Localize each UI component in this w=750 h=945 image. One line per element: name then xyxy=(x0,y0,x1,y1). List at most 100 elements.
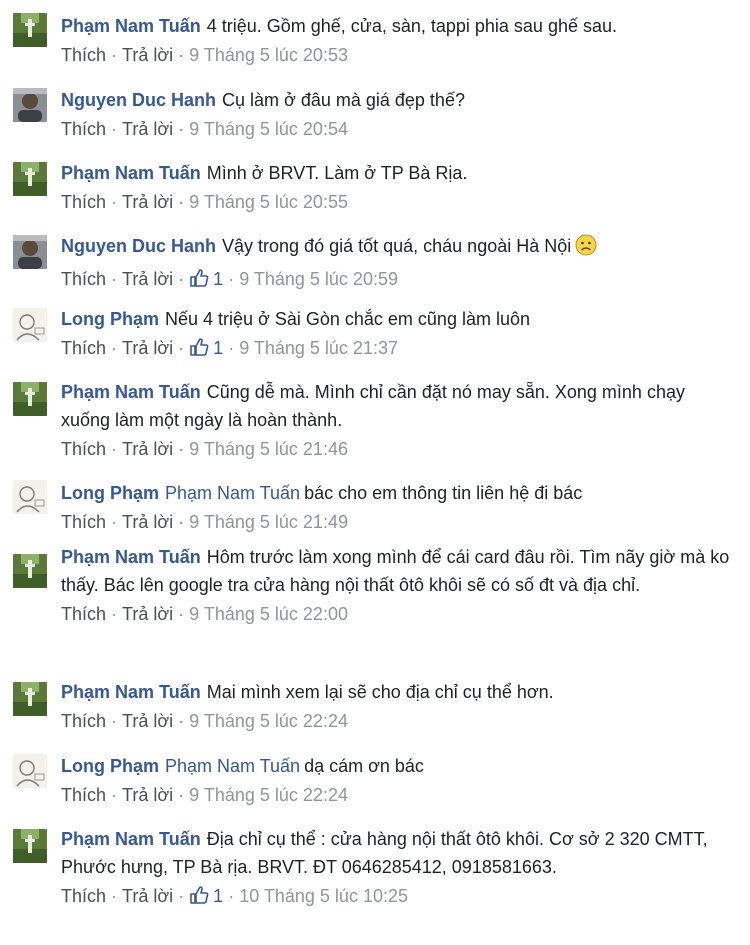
reply-link[interactable]: Trả lời xyxy=(122,785,173,805)
comment-author[interactable]: Long Phạm xyxy=(61,756,159,776)
comment-actions: Thích · Trả lời · 9 Tháng 5 lúc 20:55 xyxy=(61,190,734,214)
comment-text: Mai mình xem lại sẽ cho địa chỉ cụ thể h… xyxy=(206,682,554,702)
separator: · xyxy=(178,439,185,459)
comment-timestamp[interactable]: 9 Tháng 5 lúc 21:46 xyxy=(189,439,348,459)
comment-timestamp[interactable]: 9 Tháng 5 lúc 22:24 xyxy=(189,785,348,805)
comment-timestamp[interactable]: 9 Tháng 5 lúc 20:59 xyxy=(239,269,398,289)
comment-actions: Thích · Trả lời · 9 Tháng 5 lúc 20:54 xyxy=(61,117,734,141)
field-avatar[interactable] xyxy=(13,13,47,47)
like-link[interactable]: Thích xyxy=(61,192,106,212)
comment-actions: Thích · Trả lời · 1 · 9 Tháng 5 lúc 21:37 xyxy=(61,336,734,360)
tagged-user[interactable]: Phạm Nam Tuấn xyxy=(165,756,300,776)
separator: · xyxy=(111,785,118,805)
comment-timestamp[interactable]: 9 Tháng 5 lúc 20:53 xyxy=(189,45,348,65)
comment-thread: Phạm Nam Tuấn 4 triệu. Gồm ghế, cửa, sàn,… xyxy=(0,0,750,945)
comment-actions: Thích · Trả lời · 9 Tháng 5 lúc 22:00 xyxy=(61,602,734,626)
comment-timestamp[interactable]: 9 Tháng 5 lúc 20:55 xyxy=(189,192,348,212)
reply-link[interactable]: Trả lời xyxy=(122,119,173,139)
reply-link[interactable]: Trả lời xyxy=(122,45,173,65)
like-link[interactable]: Thích xyxy=(61,45,106,65)
like-link[interactable]: Thích xyxy=(61,439,106,459)
comment-author[interactable]: Phạm Nam Tuấn xyxy=(61,682,201,702)
separator: · xyxy=(111,711,118,731)
reply-link[interactable]: Trả lời xyxy=(122,269,173,289)
comment-author[interactable]: Phạm Nam Tuấn xyxy=(61,547,201,567)
separator: · xyxy=(178,886,185,906)
like-link[interactable]: Thích xyxy=(61,711,106,731)
separator: · xyxy=(111,45,118,65)
reply-link[interactable]: Trả lời xyxy=(122,604,173,624)
comment-author[interactable]: Phạm Nam Tuấn xyxy=(61,382,201,402)
comment-body: Phạm Nam Tuấn Địa chỉ cụ thể : cửa hàng n… xyxy=(61,825,734,881)
comment-author[interactable]: Phạm Nam Tuấn xyxy=(61,16,201,36)
like-link[interactable]: Thích xyxy=(61,886,106,906)
reply-link[interactable]: Trả lời xyxy=(122,886,173,906)
separator: · xyxy=(111,192,118,212)
comment-timestamp[interactable]: 9 Tháng 5 lúc 20:54 xyxy=(189,119,348,139)
comment-text: bác cho em thông tin liên hệ đi bác xyxy=(304,483,583,503)
comment-content: Long Phạm Phạm Nam Tuấn dạ cám ơn bác Thích… xyxy=(61,752,734,807)
like-link[interactable]: Thích xyxy=(61,512,106,532)
thumbs-up-icon xyxy=(189,269,213,289)
comment-timestamp[interactable]: 9 Tháng 5 lúc 22:24 xyxy=(189,711,348,731)
comment-author[interactable]: Long Phạm xyxy=(61,483,159,503)
thumbs-up-icon xyxy=(189,338,213,358)
sketch-avatar[interactable] xyxy=(13,480,47,514)
comment-author[interactable]: Nguyen Duc Hanh xyxy=(61,90,216,110)
reply-link[interactable]: Trả lời xyxy=(122,338,173,358)
separator: · xyxy=(228,338,235,358)
field-avatar[interactable] xyxy=(13,382,47,416)
comment-timestamp[interactable]: 9 Tháng 5 lúc 22:00 xyxy=(189,604,348,624)
comment-content: Phạm Nam Tuấn 4 triệu. Gồm ghế, cửa, sàn,… xyxy=(61,12,734,67)
comment-author[interactable]: Long Phạm xyxy=(61,309,159,329)
separator: · xyxy=(111,119,118,139)
comment-author[interactable]: Nguyen Duc Hanh xyxy=(61,236,216,256)
field-avatar[interactable] xyxy=(13,162,47,196)
separator: · xyxy=(111,604,118,624)
reply-link[interactable]: Trả lời xyxy=(122,711,173,731)
separator: · xyxy=(178,269,185,289)
like-count[interactable]: 1 xyxy=(189,884,223,908)
comment-body: Long Phạm Nếu 4 triệu ở Sài Gòn chắc em c… xyxy=(61,305,734,333)
comment-content: Nguyen Duc Hanh Vậy trong đó giá tốt quá,… xyxy=(61,232,734,291)
sketch-avatar[interactable] xyxy=(13,308,47,342)
comment-actions: Thích · Trả lời · 9 Tháng 5 lúc 22:24 xyxy=(61,783,734,807)
comment-content: Nguyen Duc Hanh Cụ làm ở đâu mà giá đẹp t… xyxy=(61,86,734,141)
like-link[interactable]: Thích xyxy=(61,785,106,805)
field-avatar[interactable] xyxy=(13,554,47,588)
comment-author[interactable]: Phạm Nam Tuấn xyxy=(61,829,201,849)
like-link[interactable]: Thích xyxy=(61,604,106,624)
comment-author[interactable]: Phạm Nam Tuấn xyxy=(61,163,201,183)
sketch-avatar[interactable] xyxy=(13,754,47,788)
separator: · xyxy=(111,439,118,459)
reply-link[interactable]: Trả lời xyxy=(122,512,173,532)
like-link[interactable]: Thích xyxy=(61,338,106,358)
comment-timestamp[interactable]: 10 Tháng 5 lúc 10:25 xyxy=(239,886,408,906)
comment-timestamp[interactable]: 9 Tháng 5 lúc 21:37 xyxy=(239,338,398,358)
like-link[interactable]: Thích xyxy=(61,119,106,139)
field-avatar[interactable] xyxy=(13,829,47,863)
separator: · xyxy=(178,711,185,731)
reply-link[interactable]: Trả lời xyxy=(122,439,173,459)
comment-body: Long Phạm Phạm Nam Tuấn bác cho em thông t… xyxy=(61,479,734,507)
field-avatar[interactable] xyxy=(13,682,47,716)
comment-content: Long Phạm Nếu 4 triệu ở Sài Gòn chắc em c… xyxy=(61,305,734,360)
comment-content: Phạm Nam Tuấn Cũng dễ mà. Mình chỉ cần đặ… xyxy=(61,378,734,461)
reply-link[interactable]: Trả lời xyxy=(122,192,173,212)
comment-body: Phạm Nam Tuấn Mình ở BRVT. Làm ở TP Bà Rị… xyxy=(61,159,734,187)
like-count[interactable]: 1 xyxy=(189,267,223,291)
separator: · xyxy=(228,886,235,906)
like-count-number: 1 xyxy=(213,338,224,358)
comment-text: dạ cám ơn bác xyxy=(304,756,424,776)
like-count[interactable]: 1 xyxy=(189,336,223,360)
tagged-user[interactable]: Phạm Nam Tuấn xyxy=(165,483,300,503)
person-avatar[interactable] xyxy=(13,88,47,122)
separator: · xyxy=(178,192,185,212)
comment-text: Vậy trong đó giá tốt quá, cháu ngoài Hà … xyxy=(222,236,572,256)
comment-actions: Thích · Trả lời · 9 Tháng 5 lúc 21:46 xyxy=(61,437,734,461)
comment-timestamp[interactable]: 9 Tháng 5 lúc 21:49 xyxy=(189,512,348,532)
person-avatar[interactable] xyxy=(13,235,47,269)
like-link[interactable]: Thích xyxy=(61,269,106,289)
separator: · xyxy=(178,604,185,624)
separator: · xyxy=(111,512,118,532)
